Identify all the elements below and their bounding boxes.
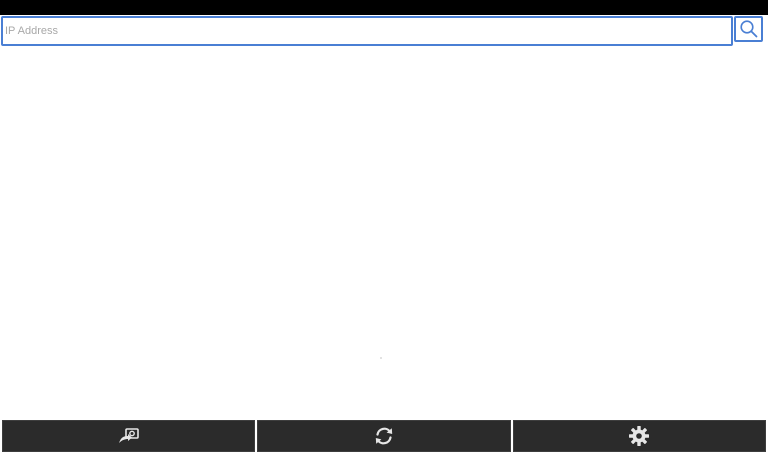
search-button[interactable] — [734, 16, 763, 42]
refresh-button[interactable] — [257, 420, 511, 452]
settings-button[interactable] — [512, 420, 766, 452]
loading-indicator — [380, 357, 382, 359]
status-bar — [0, 0, 768, 15]
refresh-icon — [373, 425, 395, 447]
app-screen — [0, 0, 768, 452]
cast-screen-icon — [117, 426, 141, 446]
settings-gear-icon — [628, 425, 650, 447]
search-icon — [739, 19, 759, 39]
cast-screen-button[interactable] — [2, 420, 256, 452]
bottom-toolbar — [0, 418, 768, 452]
ip-address-input[interactable] — [1, 16, 733, 46]
device-list-area — [0, 48, 768, 418]
